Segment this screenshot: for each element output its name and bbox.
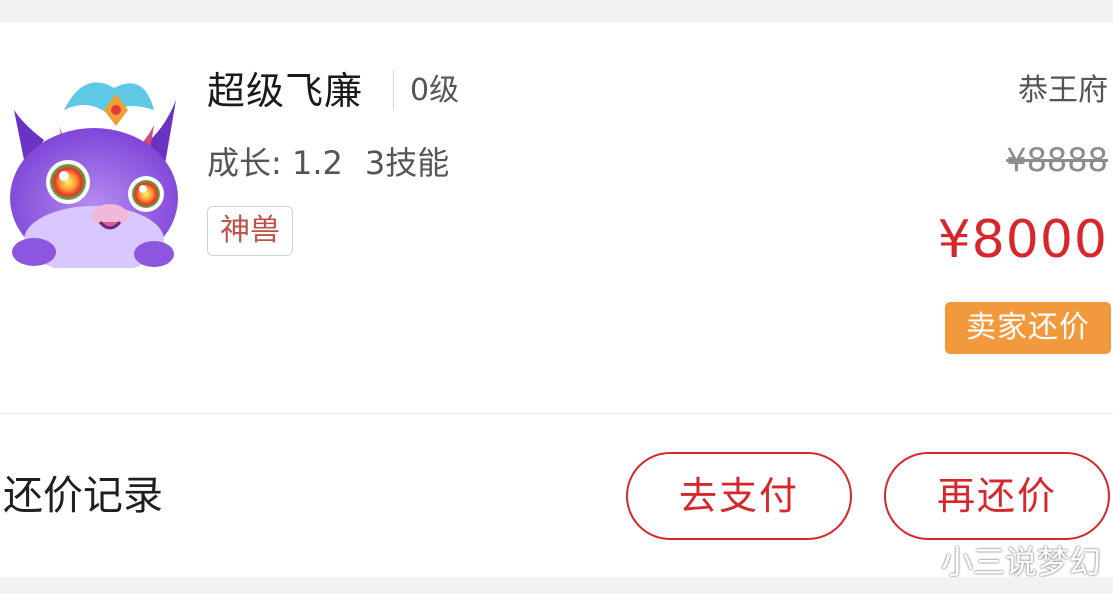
pet-growth: 成长: 1.2 — [207, 144, 343, 182]
watermark-text: 小三说梦幻 — [940, 543, 1101, 581]
bottom-separator — [0, 577, 1113, 594]
counter-offer-record-link[interactable]: 还价记录 — [3, 472, 163, 520]
trade-page: 超级飞廉 0级 恭王府 成长: 1.2 3技能 ¥8888 神兽 ¥8000 卖家… — [0, 0, 1113, 594]
pet-name: 超级飞廉 — [207, 69, 364, 113]
counter-offer-again-button[interactable]: 再还价 — [884, 452, 1110, 540]
pet-skills: 3技能 — [364, 144, 450, 182]
server-name: 恭王府 — [1018, 73, 1108, 108]
pet-attributes: 成长: 1.2 3技能 — [207, 142, 449, 184]
top-separator — [0, 0, 1113, 22]
trade-card[interactable]: 超级飞廉 0级 恭王府 成长: 1.2 3技能 ¥8888 神兽 ¥8000 卖家… — [0, 22, 1113, 581]
original-price: ¥8888 — [1006, 141, 1108, 179]
current-price: ¥8000 — [937, 210, 1108, 270]
pet-type-tag: 神兽 — [207, 206, 293, 256]
pet-avatar-icon[interactable] — [4, 70, 180, 268]
name-divider — [393, 70, 394, 110]
seller-counter-badge: 卖家还价 — [945, 302, 1111, 354]
pay-button[interactable]: 去支付 — [626, 452, 852, 540]
pet-level: 0级 — [410, 73, 460, 108]
card-divider — [0, 413, 1113, 414]
